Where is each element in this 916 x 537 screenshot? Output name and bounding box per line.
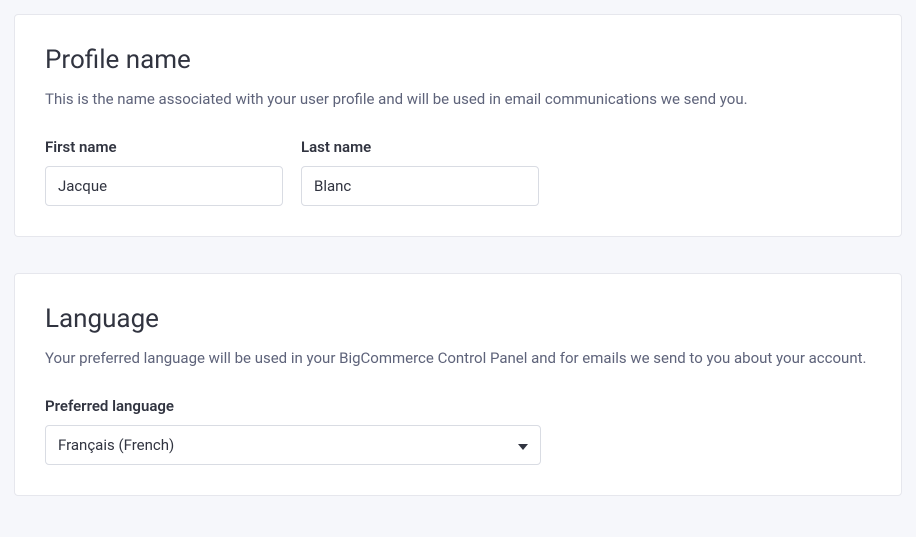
preferred-language-select[interactable]: Français (French) — [45, 425, 541, 465]
profile-name-title: Profile name — [45, 45, 871, 75]
first-name-label: First name — [45, 138, 283, 156]
last-name-label: Last name — [301, 138, 539, 156]
name-fields-row: First name Last name — [45, 138, 871, 206]
last-name-group: Last name — [301, 138, 539, 206]
preferred-language-label: Preferred language — [45, 397, 871, 415]
language-title: Language — [45, 304, 871, 334]
preferred-language-select-wrapper: Français (French) — [45, 425, 541, 465]
language-description: Your preferred language will be used in … — [45, 348, 871, 369]
chevron-down-icon — [518, 436, 528, 454]
last-name-input[interactable] — [301, 166, 539, 206]
preferred-language-value: Français (French) — [58, 436, 174, 454]
profile-name-panel: Profile name This is the name associated… — [14, 14, 902, 237]
first-name-group: First name — [45, 138, 283, 206]
first-name-input[interactable] — [45, 166, 283, 206]
preferred-language-group: Preferred language Français (French) — [45, 397, 871, 465]
language-panel: Language Your preferred language will be… — [14, 273, 902, 496]
profile-name-description: This is the name associated with your us… — [45, 89, 871, 110]
